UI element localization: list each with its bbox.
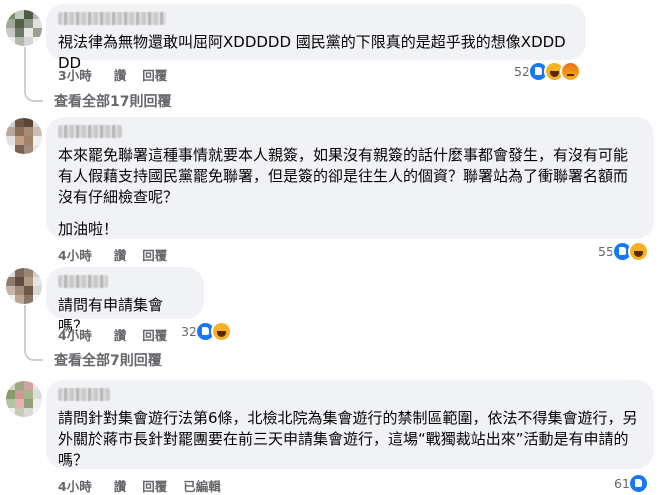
comment-bubble: 請問針對集會遊行法第6條，北檢北院為集會遊行的禁制區範圍，依法不得集會遊行，另外…: [46, 380, 654, 469]
angry-icon: [559, 61, 581, 82]
comment-actions: 4小時 讚 回覆 已編輯: [58, 476, 237, 495]
comment-text: 請問針對集會遊行法第6條，北檢北院為集會遊行的禁制區範圍，依法不得集會遊行，另外…: [58, 409, 638, 469]
like-button[interactable]: 讚: [114, 245, 127, 264]
avatar[interactable]: [6, 10, 42, 46]
comment-bubble: 視法律為無物還敢叫屈阿XDDDDD 國民黨的下限真的是超乎我的想像XDDDDD: [46, 4, 586, 72]
author-name-blurred[interactable]: [58, 125, 122, 138]
reply-button[interactable]: 回覆: [142, 65, 167, 84]
author-name-blurred[interactable]: [58, 12, 166, 25]
timestamp[interactable]: 4小時: [58, 476, 92, 495]
comment-actions: 4小時 讚 回覆: [58, 245, 183, 264]
reaction-summary[interactable]: 61: [614, 473, 649, 494]
reply-button[interactable]: 回覆: [142, 476, 167, 495]
reaction-summary[interactable]: 55: [598, 241, 649, 262]
thread-connector: [24, 47, 43, 102]
like-icon: [627, 473, 649, 494]
haha-icon: [210, 321, 232, 342]
edited-label[interactable]: 已編輯: [183, 476, 221, 495]
view-all-replies-link[interactable]: 查看全部7則回覆: [54, 350, 162, 370]
timestamp[interactable]: 3小時: [58, 65, 92, 84]
like-button[interactable]: 讚: [114, 325, 127, 344]
author-name-blurred[interactable]: [58, 388, 110, 401]
avatar[interactable]: [6, 381, 42, 417]
comment-bubble: 請問有申請集會嗎？: [46, 267, 204, 335]
reaction-summary[interactable]: 32: [181, 321, 232, 342]
reply-button[interactable]: 回覆: [142, 325, 167, 344]
reply-button[interactable]: 回覆: [142, 245, 167, 264]
avatar[interactable]: [6, 118, 42, 154]
comment-text: 本來罷免聯署這種事情就要本人親簽，如果沒有親簽的話什麼事都會發生，有沒有可能有人…: [58, 146, 629, 206]
comment-actions: 3小時 讚 回覆: [58, 65, 183, 84]
view-all-replies-link[interactable]: 查看全部17則回覆: [54, 91, 171, 111]
haha-icon: [627, 241, 649, 262]
timestamp[interactable]: 4小時: [58, 325, 92, 344]
like-button[interactable]: 讚: [114, 65, 127, 84]
comment-actions: 4小時 讚 回覆: [58, 325, 183, 344]
comment-text-2: 加油啦！: [58, 220, 119, 238]
reaction-summary[interactable]: 52: [514, 61, 581, 82]
thread-connector: [24, 305, 43, 361]
comment-bubble: 本來罷免聯署這種事情就要本人親簽，如果沒有親簽的話什麼事都會發生，有沒有可能有人…: [46, 117, 654, 239]
timestamp[interactable]: 4小時: [58, 245, 92, 264]
like-button[interactable]: 讚: [114, 476, 127, 495]
author-name-blurred[interactable]: [58, 275, 108, 288]
avatar[interactable]: [6, 268, 42, 304]
